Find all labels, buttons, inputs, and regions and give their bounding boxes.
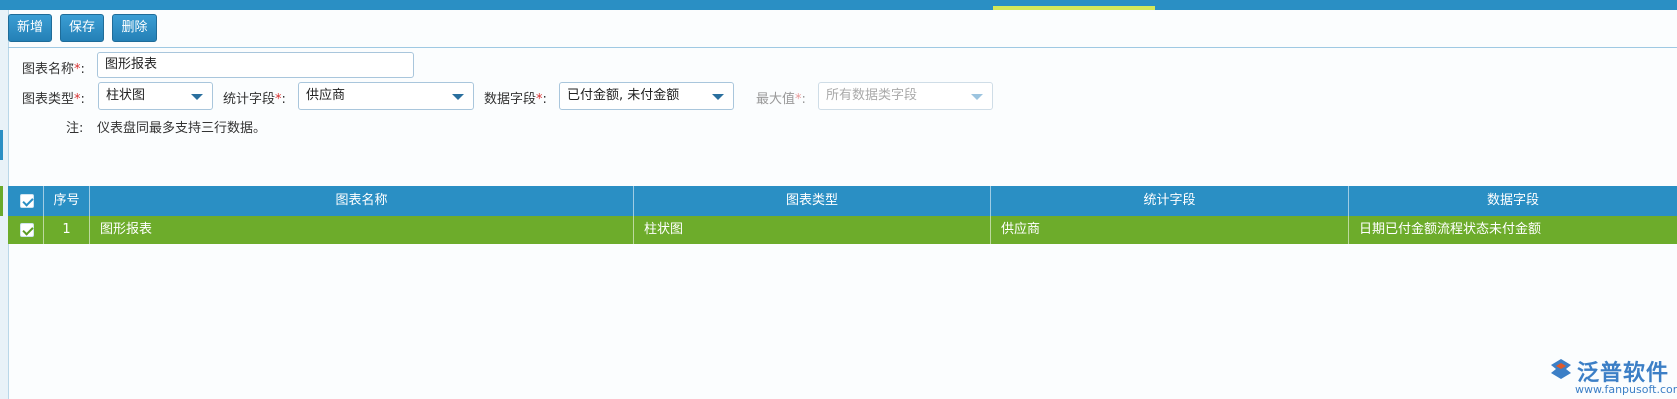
- chart-name-input[interactable]: 图形报表: [97, 52, 414, 78]
- stat-field-label: 统计字段*:: [223, 92, 286, 107]
- delete-button[interactable]: 删除: [112, 14, 157, 42]
- row-chart-type: 柱状图: [634, 216, 991, 244]
- top-bar: [0, 0, 1677, 10]
- data-field-select[interactable]: 已付金额, 未付金额: [559, 82, 734, 110]
- table-row[interactable]: 1 图形报表 柱状图 供应商 日期已付金额流程状态未付金额: [8, 216, 1677, 244]
- chevron-down-icon: [712, 94, 724, 100]
- checkbox-checked-icon[interactable]: [20, 194, 34, 208]
- chevron-down-icon: [191, 94, 203, 100]
- column-header-chart-type[interactable]: 图表类型: [634, 186, 991, 216]
- note-label: 注:: [66, 121, 84, 136]
- top-bar-accent: [993, 6, 1155, 10]
- stat-field-value: 供应商: [306, 88, 346, 103]
- column-header-index[interactable]: 序号: [44, 186, 90, 216]
- max-value-select[interactable]: 所有数据类字段: [818, 82, 993, 110]
- left-tab-marker: [0, 130, 3, 160]
- column-header-chart-name[interactable]: 图表名称: [90, 186, 634, 216]
- checkbox-checked-icon[interactable]: [20, 223, 34, 237]
- left-tab-marker-active: [0, 186, 3, 216]
- brand-logo: 泛普软件 www.fanpusoft.com: [1549, 355, 1677, 397]
- row-stat-field: 供应商: [991, 216, 1349, 244]
- stat-field-select[interactable]: 供应商: [298, 82, 474, 110]
- column-header-stat-field[interactable]: 统计字段: [991, 186, 1349, 216]
- chevron-down-icon: [452, 94, 464, 100]
- save-button[interactable]: 保存: [60, 14, 104, 42]
- row-chart-name: 图形报表: [90, 216, 634, 244]
- toolbar-divider: [8, 47, 1677, 48]
- row-index: 1: [44, 216, 90, 244]
- grid-header: 序号 图表名称 图表类型 统计字段 数据字段: [8, 186, 1677, 216]
- max-value-label: 最大值*:: [756, 92, 806, 107]
- max-value-placeholder: 所有数据类字段: [826, 88, 918, 103]
- column-header-data-field[interactable]: 数据字段: [1349, 186, 1677, 216]
- chart-type-label: 图表类型*:: [22, 92, 85, 107]
- add-button[interactable]: 新增: [8, 14, 52, 42]
- data-field-label: 数据字段*:: [484, 92, 547, 107]
- chart-type-select[interactable]: 柱状图: [98, 82, 213, 110]
- data-field-value: 已付金额, 未付金额: [567, 88, 680, 103]
- fanpu-logo-icon: [1551, 359, 1571, 379]
- row-data-field: 日期已付金额流程状态未付金额: [1359, 222, 1542, 237]
- header-select-all[interactable]: [8, 186, 44, 216]
- chevron-down-icon: [971, 94, 983, 100]
- brand-url: www.fanpusoft.com: [1575, 383, 1677, 396]
- chart-type-value: 柱状图: [106, 88, 146, 103]
- row-select[interactable]: [8, 216, 44, 244]
- note-text: 仪表盘同最多支持三行数据。: [97, 121, 267, 136]
- chart-name-label: 图表名称*:: [22, 62, 85, 77]
